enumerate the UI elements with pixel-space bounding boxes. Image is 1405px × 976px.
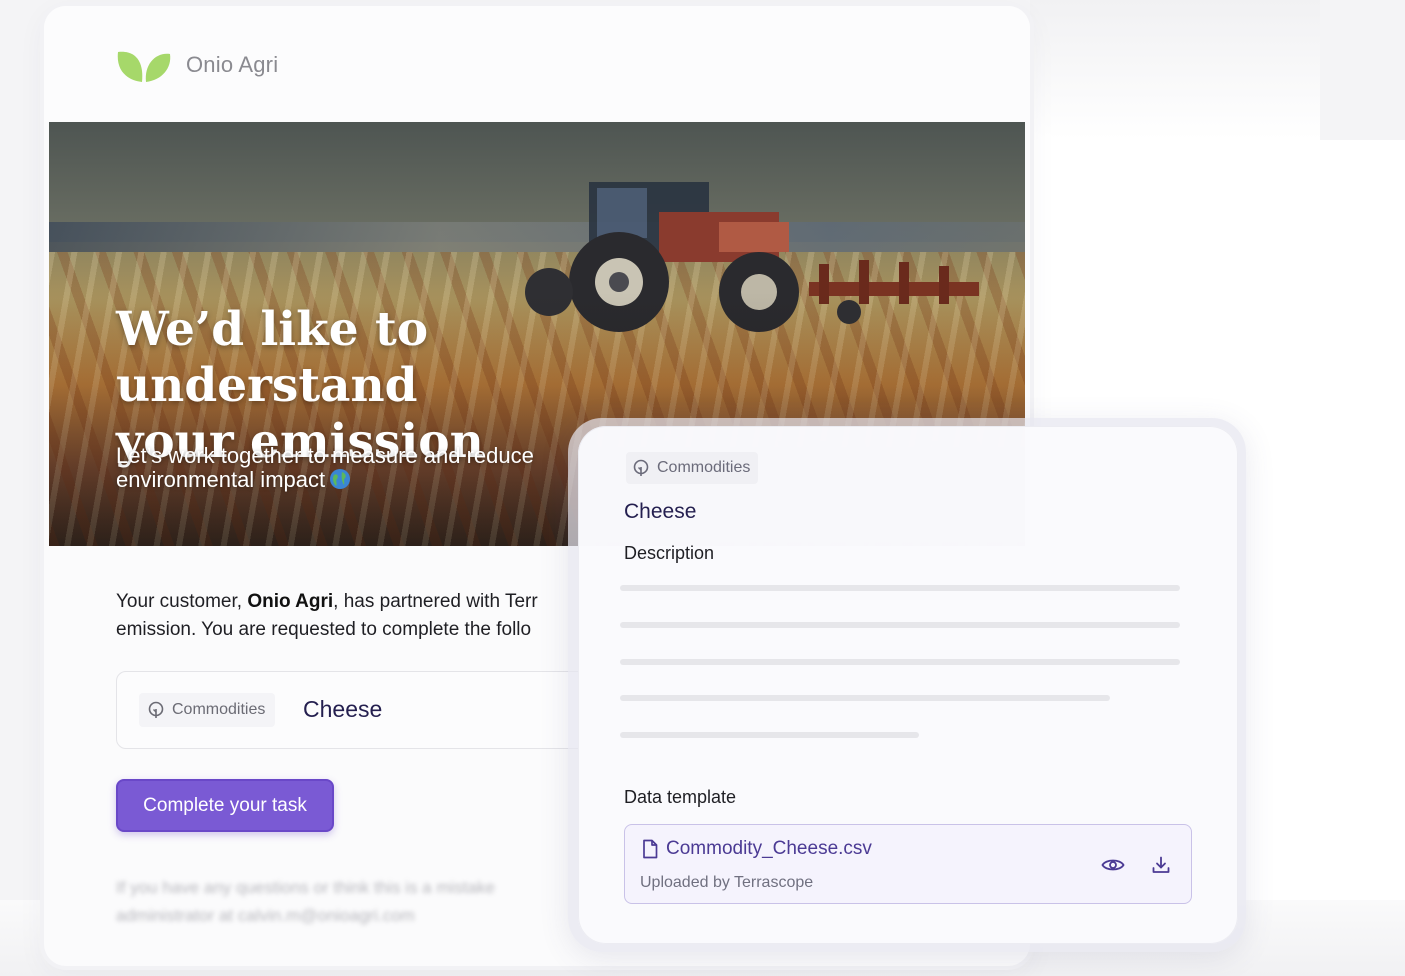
customer-name: Onio Agri (247, 591, 334, 612)
preview-file-button[interactable] (1099, 851, 1127, 879)
description-placeholder-line (620, 622, 1180, 628)
description-label: Description (624, 543, 715, 563)
body-line1-rest: , has partnered with Terr (333, 591, 538, 612)
file-icon (643, 839, 658, 859)
file-name[interactable]: Commodity_Cheese.csv (666, 838, 872, 860)
globe-icon (330, 469, 351, 489)
category-chip: Commodities (139, 693, 276, 727)
hero-subtitle: Let’s work together to measure and reduc… (116, 444, 636, 492)
email-header: Onio Agri (44, 6, 1030, 122)
download-icon (1152, 856, 1170, 873)
body-prefix: Your customer, (116, 591, 248, 612)
leaf-logo-icon (117, 51, 171, 82)
description-placeholder-line (620, 585, 1180, 591)
complete-task-button[interactable]: Complete your task (116, 779, 334, 832)
hero-title-line1: We’d like to understand (116, 302, 429, 413)
tree-icon (633, 459, 649, 476)
background-top-right (1030, 0, 1320, 140)
task-name: Cheese (303, 696, 383, 722)
hero-subtitle-line1: Let’s work together to measure and reduc… (116, 443, 534, 468)
template-file-card[interactable]: Commodity_Cheese.csv Uploaded by Terrasc… (624, 824, 1192, 904)
task-detail-panel: Commodities Cheese Description Data temp… (578, 426, 1238, 944)
description-placeholder-line (620, 732, 919, 738)
description-placeholder-line (620, 659, 1180, 665)
download-file-button[interactable] (1147, 851, 1175, 879)
panel-category-label: Commodities (657, 459, 751, 476)
panel-title: Cheese (624, 500, 697, 523)
category-label: Commodities (172, 701, 266, 718)
hero-subtitle-line2: environmental impact (116, 467, 326, 492)
data-template-label: Data template (624, 787, 737, 807)
tree-icon (148, 701, 164, 718)
panel-category-chip: Commodities (626, 452, 759, 484)
brand-name: Onio Agri (186, 52, 279, 77)
description-placeholder-line (620, 695, 1110, 701)
file-uploaded-by: Uploaded by Terrascope (640, 874, 814, 891)
eye-icon (1101, 859, 1125, 871)
hero-subtitle-line2-wrap: environmental impact (116, 468, 636, 492)
